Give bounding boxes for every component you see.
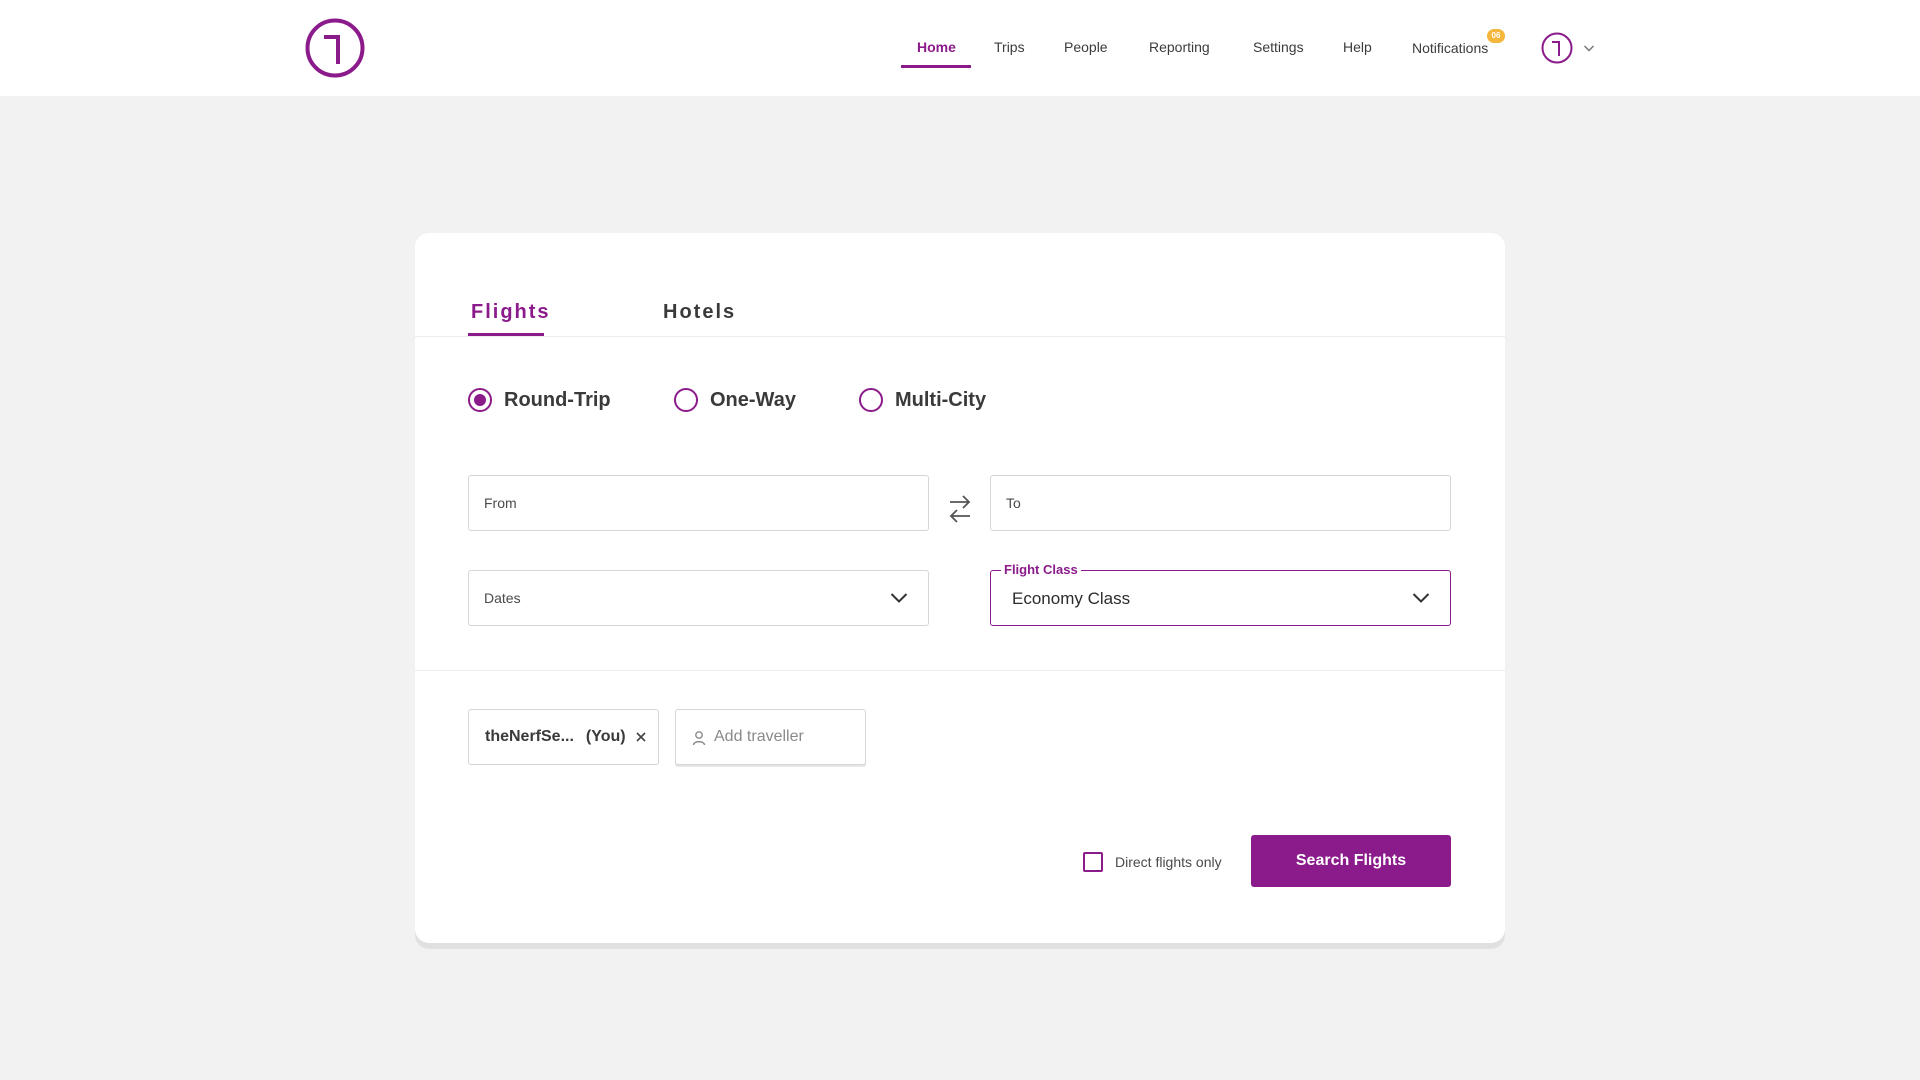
- from-input[interactable]: [469, 476, 928, 530]
- to-field[interactable]: [990, 475, 1451, 531]
- add-traveller-input[interactable]: [714, 710, 859, 764]
- from-field[interactable]: [468, 475, 929, 531]
- tabs-divider: [415, 336, 1505, 337]
- dates-label: Dates: [484, 590, 521, 606]
- radio-multi-city[interactable]: Multi-City: [859, 385, 986, 415]
- tab-flights[interactable]: Flights: [471, 301, 551, 324]
- traveller-name: theNerfSe...: [485, 728, 574, 745]
- nav-people[interactable]: People: [1064, 0, 1108, 68]
- user-avatar[interactable]: [1541, 32, 1573, 64]
- search-flights-button[interactable]: Search Flights: [1251, 835, 1451, 887]
- direct-flights-checkbox[interactable]: [1083, 852, 1103, 872]
- radio-label: One-Way: [710, 388, 796, 411]
- radio-one-way[interactable]: One-Way: [674, 385, 796, 415]
- radio-unchecked-icon[interactable]: [859, 388, 883, 412]
- flight-class-select[interactable]: Flight Class Economy Class: [990, 562, 1451, 626]
- section-divider: [415, 670, 1505, 671]
- direct-flights-label: Direct flights only: [1115, 854, 1222, 870]
- notification-count-badge: 06: [1487, 29, 1505, 43]
- radio-label: Round-Trip: [504, 388, 611, 411]
- top-navigation-bar: Home Trips People Reporting Settings Hel…: [0, 0, 1920, 96]
- chevron-down-icon[interactable]: [1412, 591, 1430, 605]
- nav-active-indicator: [901, 65, 971, 68]
- flight-class-label: Flight Class: [1001, 562, 1081, 577]
- person-icon: [692, 731, 706, 746]
- swap-icon[interactable]: [945, 491, 975, 527]
- nav-home[interactable]: Home: [917, 0, 956, 68]
- close-icon[interactable]: [634, 730, 648, 744]
- main-nav: Home Trips People Reporting Settings Hel…: [0, 0, 1920, 96]
- search-card: Flights Hotels Round-Trip One-Way Multi-…: [415, 233, 1505, 943]
- nav-settings[interactable]: Settings: [1253, 0, 1304, 68]
- dates-field[interactable]: Dates: [468, 570, 929, 626]
- traveller-you-tag: (You): [585, 728, 626, 745]
- tab-hotels[interactable]: Hotels: [663, 301, 736, 324]
- radio-checked-icon[interactable]: [468, 388, 492, 412]
- add-traveller-field[interactable]: [675, 709, 866, 765]
- radio-round-trip[interactable]: Round-Trip: [468, 385, 611, 415]
- radio-unchecked-icon[interactable]: [674, 388, 698, 412]
- flight-class-value: Economy Class: [1012, 589, 1131, 608]
- nav-reporting[interactable]: Reporting: [1149, 0, 1210, 68]
- chevron-down-icon[interactable]: [890, 591, 908, 605]
- nav-notifications[interactable]: Notifications: [1412, 0, 1488, 68]
- chevron-down-icon[interactable]: [1583, 42, 1595, 54]
- to-input[interactable]: [991, 476, 1450, 530]
- radio-label: Multi-City: [895, 388, 987, 411]
- traveller-chip: theNerfSe... (You): [468, 709, 659, 765]
- nav-help[interactable]: Help: [1343, 0, 1372, 68]
- nav-trips[interactable]: Trips: [994, 0, 1025, 68]
